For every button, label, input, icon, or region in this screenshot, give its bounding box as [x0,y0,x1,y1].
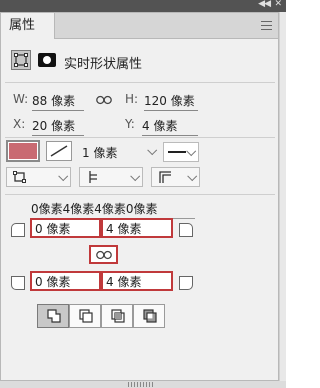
divider [5,194,275,195]
stroke-caps-icon [89,171,97,183]
tab-properties[interactable]: 属性 [1,13,55,39]
y-field[interactable]: 4 像素 [142,117,198,136]
x-field[interactable]: 20 像素 [32,117,84,136]
fill-swatch[interactable] [6,140,40,162]
width-label: W: [13,92,29,106]
close-icon[interactable]: ✕ [274,0,282,9]
collapse-icon[interactable]: ◀◀ [258,0,271,9]
bottom-left-radius-field[interactable]: 0 像素 [30,271,101,291]
intersect-shapes-icon [111,309,125,323]
top-left-radius-field[interactable]: 0 像素 [30,218,101,238]
stroke-swatch[interactable] [46,141,72,161]
link-dimensions-icon[interactable] [96,95,112,105]
stroke-joins-dropdown[interactable] [151,167,200,187]
stroke-align-dropdown[interactable] [6,167,71,187]
link-corner-radii-button[interactable] [89,245,118,264]
y-label: Y: [125,117,135,131]
height-label: H: [125,92,139,106]
stroke-type-dropdown[interactable] [163,142,199,162]
stroke-width-dropdown[interactable] [141,142,159,162]
bottom-right-radius-field[interactable]: 4 像素 [101,271,173,291]
panel-scrollbar[interactable] [279,12,286,381]
bottom-right-corner-icon [179,276,193,290]
mask-icon[interactable] [38,53,56,67]
exclude-overlap-icon [143,309,157,323]
resize-grip-icon[interactable] [128,382,154,387]
resize-strip[interactable] [0,381,286,388]
stroke-width-value[interactable]: 1 像素 [82,144,117,161]
subtract-shape-icon [79,309,93,323]
corner-radius-summary[interactable]: 0像素4像素4像素0像素 [31,200,195,219]
top-right-radius-field[interactable]: 4 像素 [101,218,173,238]
combine-shapes-button[interactable] [37,304,69,328]
stroke-joins-icon [159,171,171,183]
panel-title: 实时形状属性 [64,57,143,72]
top-left-corner-icon [11,223,25,237]
panel-menu-icon[interactable] [261,21,272,30]
stroke-caps-dropdown[interactable] [79,167,143,187]
link-icon [96,250,112,260]
stroke-none-icon [50,145,68,157]
window-top-strip: ◀◀ ✕ [0,0,286,12]
panel-tab-bar: 属性 [1,13,278,39]
bottom-left-corner-icon [11,276,25,290]
stroke-line-icon [168,151,186,153]
width-field[interactable]: 88 像素 [32,92,84,111]
divider [5,82,275,83]
divider [5,137,275,138]
stroke-align-icon [13,171,26,183]
x-label: X: [13,117,26,131]
exclude-overlapping-button[interactable] [133,304,165,328]
intersect-shapes-button[interactable] [101,304,133,328]
combine-shapes-icon [47,309,61,323]
properties-panel: 属性 实时形状属性 W: 88 像素 H: 120 像素 X: 20 像素 Y:… [0,12,279,381]
shape-icon [14,53,28,67]
shape-properties-button[interactable] [11,50,31,70]
height-field[interactable]: 120 像素 [144,92,198,111]
subtract-front-shape-button[interactable] [69,304,101,328]
top-right-corner-icon [179,223,193,237]
